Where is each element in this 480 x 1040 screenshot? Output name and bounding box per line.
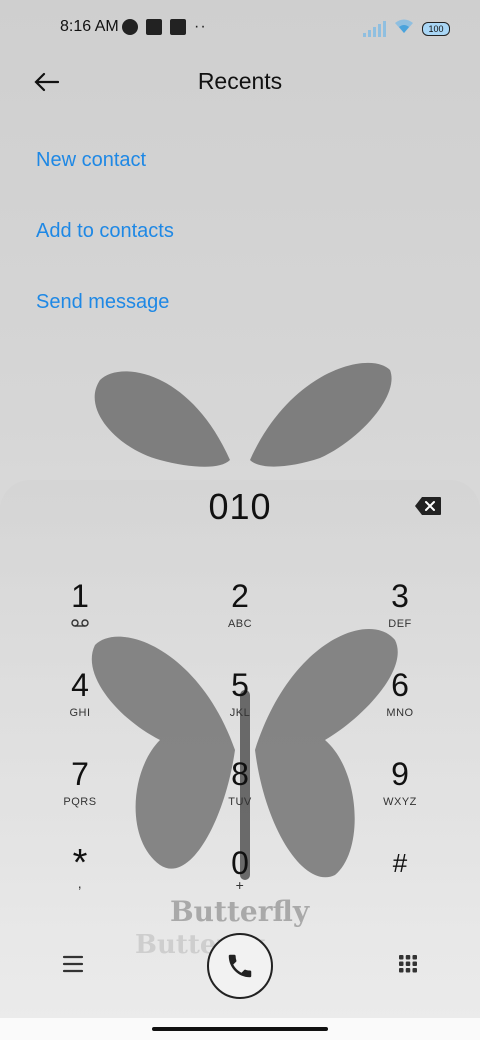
key-digit: 2 bbox=[231, 578, 249, 614]
key-letters: ABC bbox=[227, 618, 253, 630]
dialer-bottom-bar bbox=[0, 930, 480, 1010]
key-hash[interactable]: # bbox=[340, 845, 460, 925]
key-digit: 6 bbox=[391, 667, 409, 703]
more-notifications-icon: ·· bbox=[194, 18, 207, 35]
key-5[interactable]: 5 JKL bbox=[180, 667, 300, 747]
key-digit: 0 bbox=[231, 845, 249, 881]
add-to-contacts-link[interactable]: Add to contacts bbox=[36, 211, 174, 282]
key-letters: + bbox=[235, 877, 245, 893]
home-indicator[interactable] bbox=[152, 1027, 328, 1031]
key-letters: PQRS bbox=[63, 796, 97, 808]
key-digit: 8 bbox=[231, 756, 249, 792]
top-bar: Recents bbox=[0, 56, 480, 108]
key-letters: MNO bbox=[386, 707, 414, 719]
keypad-toggle-button[interactable] bbox=[398, 954, 418, 976]
key-letters: GHI bbox=[69, 707, 91, 719]
delete-icon bbox=[415, 497, 441, 515]
signal-icon bbox=[363, 20, 386, 37]
battery-icon: 100 bbox=[422, 21, 450, 36]
key-7[interactable]: 7 PQRS bbox=[20, 756, 140, 836]
key-1[interactable]: 1 bbox=[20, 578, 140, 658]
key-0[interactable]: 0 + bbox=[180, 845, 300, 925]
key-2[interactable]: 2 ABC bbox=[180, 578, 300, 658]
key-digit: 9 bbox=[391, 756, 409, 792]
key-digit: 5 bbox=[231, 667, 249, 703]
key-letters: TUV bbox=[228, 796, 252, 808]
upload-notification-icon bbox=[170, 19, 186, 35]
menu-button[interactable] bbox=[62, 954, 84, 974]
keypad-icon bbox=[399, 955, 417, 973]
voicemail-icon bbox=[20, 618, 140, 630]
key-letters: WXYZ bbox=[383, 796, 417, 808]
key-digit: 1 bbox=[71, 578, 89, 614]
phone-icon bbox=[228, 954, 252, 978]
key-digit: 4 bbox=[71, 667, 89, 703]
key-8[interactable]: 8 TUV bbox=[180, 756, 300, 836]
wifi-icon bbox=[394, 18, 414, 39]
key-digit: 3 bbox=[391, 578, 409, 614]
page-title: Recents bbox=[197, 68, 283, 94]
key-4[interactable]: 4 GHI bbox=[20, 667, 140, 747]
key-digit: 7 bbox=[71, 756, 89, 792]
key-letters: , bbox=[77, 875, 83, 891]
call-button[interactable] bbox=[207, 933, 273, 999]
key-letters: JKL bbox=[229, 707, 251, 719]
key-letters: DEF bbox=[388, 618, 412, 630]
notification-icons: ·· bbox=[122, 19, 207, 35]
key-star[interactable]: * , bbox=[20, 844, 140, 925]
key-digit: # bbox=[392, 848, 408, 878]
new-contact-link[interactable]: New contact bbox=[36, 140, 174, 211]
key-3[interactable]: 3 DEF bbox=[340, 578, 460, 658]
app-notification-icon bbox=[122, 19, 138, 35]
delete-button[interactable] bbox=[414, 496, 442, 516]
menu-icon bbox=[62, 955, 84, 973]
system-icons: 100 bbox=[363, 18, 450, 39]
dialed-number: 010 bbox=[208, 486, 272, 527]
status-time: 8:16 AM bbox=[60, 18, 119, 35]
key-9[interactable]: 9 WXYZ bbox=[340, 756, 460, 836]
square-notification-icon bbox=[146, 19, 162, 35]
action-list: New contact Add to contacts Send message bbox=[36, 140, 174, 353]
key-6[interactable]: 6 MNO bbox=[340, 667, 460, 747]
status-bar: 8:16 AM ·· 100 bbox=[0, 0, 480, 56]
